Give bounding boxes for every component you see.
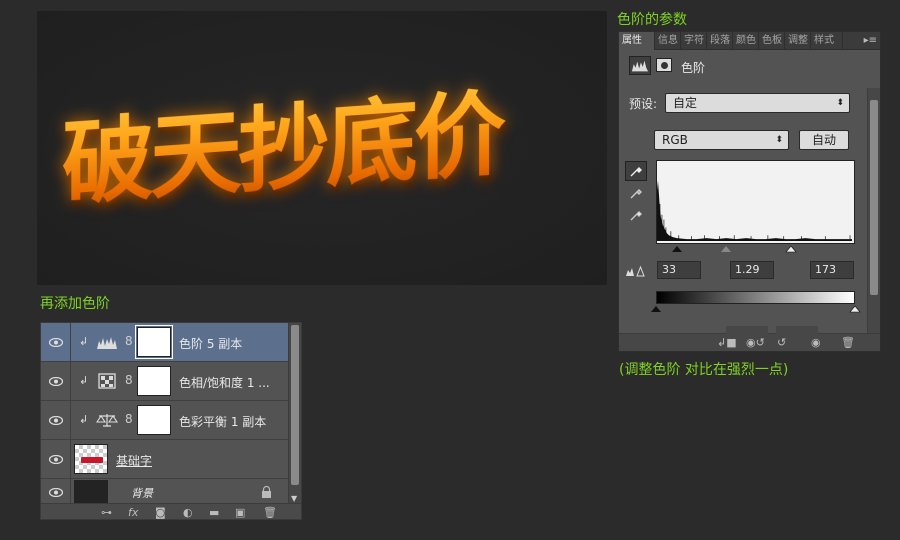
channel-value: RGB [662,133,688,147]
eye-icon[interactable] [41,323,71,361]
tab-adjustments[interactable]: 调整 [785,32,811,50]
preset-select[interactable]: 自定 ⬍ [665,93,850,113]
layer-name: 色阶 5 副本 [179,337,243,351]
chevron-updown-icon: ⬍ [836,98,844,108]
panel-tabs: 属性 信息 字符 段落 颜色 色板 调整 样式 ▸≡ [619,32,880,50]
layer-thumbnail[interactable] [74,480,108,504]
layer-name: 色彩平衡 1 副本 [179,415,267,429]
layer-row-base-text[interactable]: 基础字 [41,440,289,479]
tab-paragraph[interactable]: 段落 [707,32,733,50]
tab-character[interactable]: 字符 [681,32,707,50]
output-levels-gradient [656,291,855,304]
layer-row-hue-saturation[interactable]: ↲ 8 色相/饱和度 1 ... [41,362,289,401]
preset-label: 预设: [629,97,658,111]
eye-icon[interactable] [41,362,71,400]
eye-visibility-icon[interactable]: ◉ [811,336,821,349]
trash-icon[interactable]: 🗑 [841,336,855,349]
white-input-slider[interactable] [785,245,797,253]
eye-icon[interactable] [41,479,71,505]
clip-arrow-icon: ↲ [79,335,89,348]
layer-name: 基础字 [116,454,153,468]
chain-link-icon[interactable]: 8 [125,412,133,426]
auto-button[interactable]: 自动 [799,130,849,150]
layers-scrollbar[interactable]: ▼ [288,323,301,505]
scrollbar-thumb[interactable] [870,100,878,295]
color-balance-adjustment-icon [96,414,118,427]
layers-footer-toolbar: ⊶ fx ◙ ◐ ▬ ▣ 🗑 [41,503,301,519]
lock-icon [262,486,271,498]
trash-icon[interactable]: 🗑 [263,506,277,519]
input-level-sliders[interactable] [656,244,856,254]
layer-thumbnail[interactable] [74,444,108,474]
chain-link-icon[interactable]: 8 [125,334,133,348]
input-gamma-field[interactable]: 1.29 [730,261,774,279]
footer-tab-1 [726,326,768,334]
clip-to-layer-icon[interactable]: ↲■ [717,336,737,349]
eye-icon[interactable] [41,440,71,478]
layer-mask-thumbnail[interactable] [135,325,173,359]
hue-saturation-adjustment-icon [98,373,116,389]
clipping-warning-icon[interactable] [625,265,645,277]
mask-icon[interactable]: ◙ [155,506,166,519]
output-level-sliders[interactable] [651,304,861,314]
layer-row-levels-copy[interactable]: ↲ 8 色阶 5 副本 [41,323,289,362]
input-black-field[interactable]: 33 [657,261,701,279]
add-levels-label: 再添加色阶 [40,296,110,312]
eye-icon[interactable] [41,401,71,439]
tab-swatches[interactable]: 色板 [759,32,785,50]
adjustment-icon[interactable]: ◐ [183,506,193,519]
clip-arrow-icon: ↲ [79,413,89,426]
properties-panel: 属性 信息 字符 段落 颜色 色板 调整 样式 ▸≡ 色阶 预设: 自定 ⬍ R… [618,31,881,352]
layer-row-color-balance[interactable]: ↲ 8 色彩平衡 1 副本 [41,401,289,440]
link-icon[interactable]: ⊶ [101,506,112,519]
view-previous-icon[interactable]: ◉↺ [746,336,765,349]
panel-menu-icon[interactable]: ▸≡ [864,35,877,46]
layer-mask-thumbnail[interactable] [137,405,171,435]
new-layer-icon[interactable]: ▣ [235,506,245,519]
levels-params-label: 色阶的参数 [617,12,687,28]
levels-adjustment-icon [97,337,117,349]
levels-histogram [656,160,855,244]
layer-mask-thumbnail[interactable] [137,366,171,396]
chain-link-icon[interactable]: 8 [125,373,133,387]
contrast-note-label: (调整色阶 对比在强烈一点) [619,362,789,378]
channel-select[interactable]: RGB ⬍ [654,130,789,150]
layer-row-background[interactable]: 背景 [41,479,289,505]
footer-tab-2 [776,326,818,334]
chevron-updown-icon: ⬍ [775,135,783,145]
gray-input-slider[interactable] [721,246,731,252]
tab-color[interactable]: 颜色 [733,32,759,50]
layer-name: 背景 [131,487,153,500]
white-point-eyedropper-icon[interactable] [625,205,647,225]
reset-icon[interactable]: ↺ [777,336,786,349]
mask-toggle-icon[interactable] [656,58,672,72]
preset-value: 自定 [673,96,698,110]
layers-panel: ↲ 8 色阶 5 副本 ↲ 8 色相/饱和度 1 ... ↲ 8 色彩平衡 1 … [40,322,302,520]
levels-header-icon [629,56,651,75]
layer-name: 色相/饱和度 1 ... [179,376,270,390]
scroll-down-icon[interactable]: ▼ [291,494,297,503]
tab-info[interactable]: 信息 [655,32,681,50]
input-white-field[interactable]: 173 [810,261,854,279]
folder-icon[interactable]: ▬ [209,506,219,519]
properties-footer-toolbar: ↲■ ◉↺ ↺ ◉ 🗑 [619,326,880,351]
panel-title: 色阶 [681,61,706,75]
tab-properties[interactable]: 属性 [619,32,655,50]
black-input-slider[interactable] [672,246,682,252]
fx-icon[interactable]: fx [128,506,138,519]
black-point-eyedropper-icon[interactable] [625,161,647,181]
tab-styles[interactable]: 样式 [811,32,843,50]
white-output-slider[interactable] [849,305,861,313]
clip-arrow-icon: ↲ [79,374,89,387]
gray-point-eyedropper-icon[interactable] [625,183,647,203]
properties-scrollbar[interactable] [867,88,880,333]
black-output-slider[interactable] [651,306,661,312]
scrollbar-thumb[interactable] [291,325,299,485]
